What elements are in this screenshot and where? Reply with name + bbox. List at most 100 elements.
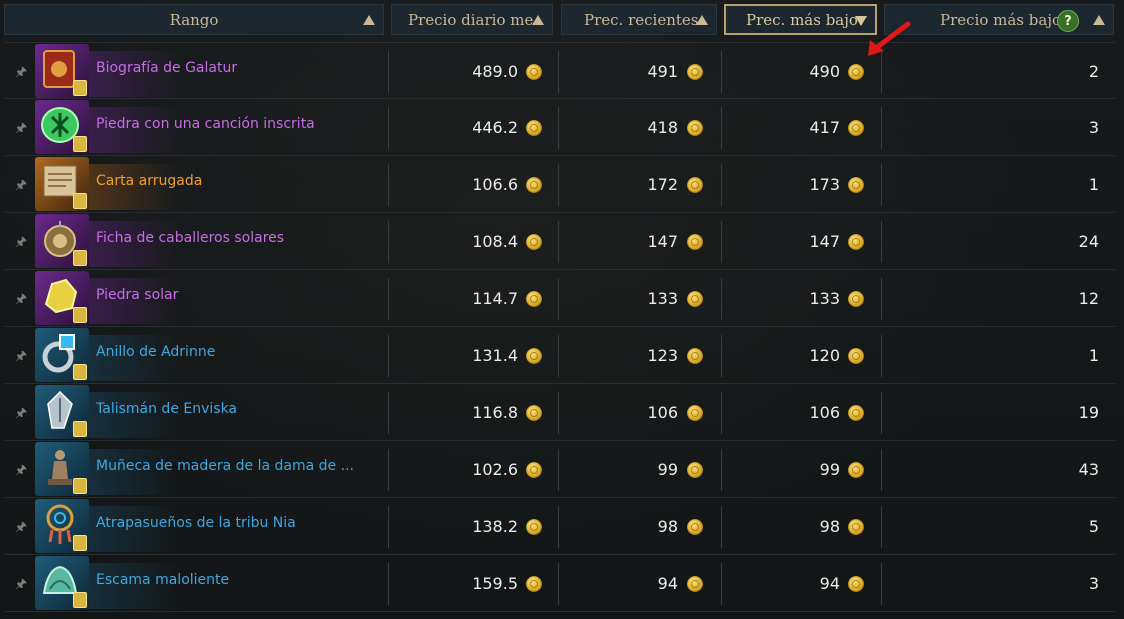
item-icon[interactable]: [35, 44, 89, 98]
daily-avg-price: 116.8: [472, 403, 518, 422]
item-name[interactable]: Talismán de Enviska: [96, 401, 237, 417]
column-divider: [721, 392, 722, 434]
item-icon[interactable]: [35, 157, 89, 211]
daily-avg-price: 159.5: [472, 574, 518, 593]
bound-badge-icon: [73, 592, 87, 608]
item-name[interactable]: Carta arrugada: [96, 173, 202, 189]
item-name[interactable]: Ficha de caballeros solares: [96, 230, 284, 246]
column-header-label: Precio más bajo: [940, 10, 1061, 29]
column-divider: [881, 392, 882, 434]
sort-asc-icon: [1093, 15, 1105, 25]
lowest-price: 94: [819, 574, 840, 593]
column-divider: [721, 506, 722, 548]
item-icon[interactable]: [35, 499, 89, 553]
item-name[interactable]: Biografía de Galatur: [96, 60, 237, 76]
column-divider: [721, 278, 722, 320]
bound-badge-icon: [73, 535, 87, 551]
item-name[interactable]: Piedra con una canción inscrita: [96, 116, 315, 132]
gold-coin-icon: [526, 405, 542, 421]
recent-price: 94: [657, 574, 678, 593]
column-divider: [558, 449, 559, 491]
lowest-price: 106: [809, 403, 840, 422]
column-divider: [558, 107, 559, 149]
lowest-price: 417: [809, 118, 840, 137]
pin-icon[interactable]: 🖈: [15, 347, 31, 364]
column-divider: [721, 107, 722, 149]
quantity: 3: [1088, 118, 1099, 137]
quantity: 12: [1078, 289, 1099, 308]
item-name[interactable]: Atrapasueños de la tribu Nia: [96, 515, 296, 531]
column-divider: [388, 449, 389, 491]
item-icon[interactable]: [35, 385, 89, 439]
column-divider: [388, 335, 389, 377]
table-row[interactable]: 🖈 Anillo de Adrinne 131.4 123 120 1: [5, 327, 1115, 384]
recent-price: 123: [647, 346, 678, 365]
recent-price: 98: [657, 517, 678, 536]
table-row[interactable]: 🖈 Piedra con una canción inscrita 446.2 …: [5, 99, 1115, 156]
table-row[interactable]: 🖈 Ficha de caballeros solares 108.4 147 …: [5, 213, 1115, 270]
column-header-recent[interactable]: Prec. recientes: [561, 4, 717, 35]
item-name[interactable]: Anillo de Adrinne: [96, 344, 215, 360]
column-header-rank[interactable]: Rango: [4, 4, 384, 35]
help-icon[interactable]: ?: [1057, 10, 1079, 32]
gold-coin-icon: [526, 64, 542, 80]
item-icon[interactable]: [35, 100, 89, 154]
gold-coin-icon: [687, 120, 703, 136]
column-header-label: Prec. más bajo: [746, 10, 858, 29]
pin-icon[interactable]: 🖈: [15, 518, 31, 535]
item-name[interactable]: Piedra solar: [96, 287, 178, 303]
column-header-lowest-sorted[interactable]: Prec. más bajo: [724, 4, 877, 35]
column-divider: [388, 164, 389, 206]
table-row[interactable]: 🖈 Carta arrugada 106.6 172 173 1: [5, 156, 1115, 213]
table-row[interactable]: 🖈 Escama maloliente 159.5 94 94 3: [5, 555, 1115, 612]
item-icon[interactable]: [35, 214, 89, 268]
item-icon[interactable]: [35, 556, 89, 610]
column-header-label: Prec. recientes: [584, 10, 699, 29]
item-icon[interactable]: [35, 442, 89, 496]
gold-coin-icon: [848, 462, 864, 478]
daily-avg-price: 106.6: [472, 175, 518, 194]
daily-avg-price: 446.2: [472, 118, 518, 137]
column-divider: [388, 51, 389, 93]
daily-avg-price: 102.6: [472, 460, 518, 479]
gold-coin-icon: [526, 177, 542, 193]
column-divider: [721, 563, 722, 605]
pin-icon[interactable]: 🖈: [15, 575, 31, 592]
column-header-lowest[interactable]: Precio más bajo ?: [884, 4, 1114, 35]
column-divider: [558, 335, 559, 377]
bound-badge-icon: [73, 136, 87, 152]
pin-icon[interactable]: 🖈: [15, 461, 31, 478]
item-icon[interactable]: [35, 328, 89, 382]
table-row[interactable]: 🖈 Biografía de Galatur 489.0 491 490 2: [5, 42, 1115, 99]
quantity: 1: [1088, 346, 1099, 365]
item-name[interactable]: Escama maloliente: [96, 572, 229, 588]
quantity: 3: [1088, 574, 1099, 593]
table-row[interactable]: 🖈 Atrapasueños de la tribu Nia 138.2 98 …: [5, 498, 1115, 555]
column-header-label: Rango: [169, 10, 219, 29]
gold-coin-icon: [687, 291, 703, 307]
table-row[interactable]: 🖈 Piedra solar 114.7 133 133 12: [5, 270, 1115, 327]
table-row[interactable]: 🖈 Talismán de Enviska 116.8 106 106 19: [5, 384, 1115, 441]
gold-coin-icon: [687, 576, 703, 592]
recent-price: 99: [657, 460, 678, 479]
column-divider: [881, 107, 882, 149]
quantity: 2: [1088, 62, 1099, 81]
pin-icon[interactable]: 🖈: [15, 233, 31, 250]
column-divider: [881, 335, 882, 377]
column-header-label: Precio diario me: [408, 10, 534, 29]
column-header-daily-avg[interactable]: Precio diario me: [391, 4, 553, 35]
column-divider: [558, 51, 559, 93]
column-divider: [558, 563, 559, 605]
pin-icon[interactable]: 🖈: [15, 404, 31, 421]
item-name[interactable]: Muñeca de madera de la dama de ...: [96, 458, 354, 474]
item-icon[interactable]: [35, 271, 89, 325]
lowest-price: 490: [809, 62, 840, 81]
pin-icon[interactable]: 🖈: [15, 63, 31, 80]
column-divider: [558, 221, 559, 263]
pin-icon[interactable]: 🖈: [15, 176, 31, 193]
pin-icon[interactable]: 🖈: [15, 290, 31, 307]
table-row[interactable]: 🖈 Muñeca de madera de la dama de ... 102…: [5, 441, 1115, 498]
column-divider: [558, 278, 559, 320]
gold-coin-icon: [848, 348, 864, 364]
pin-icon[interactable]: 🖈: [15, 119, 31, 136]
